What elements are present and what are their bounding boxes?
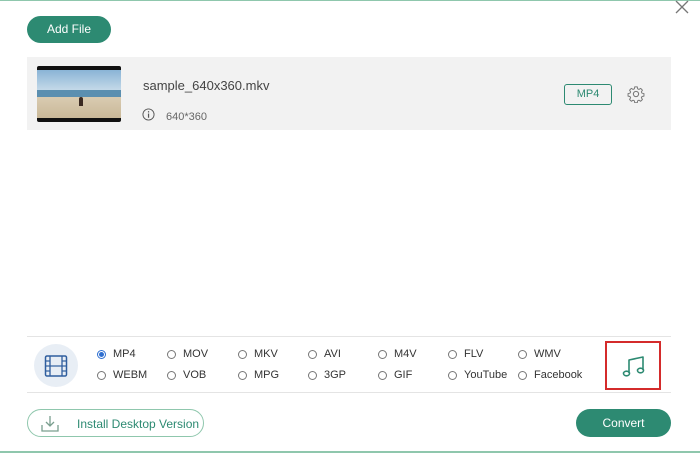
radio-button[interactable] <box>448 370 457 380</box>
format-option-label: WMV <box>534 348 561 360</box>
film-icon <box>44 355 68 377</box>
format-option-label: MKV <box>254 348 278 360</box>
format-option-label: MOV <box>183 348 209 360</box>
format-option-gif[interactable]: GIF <box>378 367 412 383</box>
format-option-vob[interactable]: VOB <box>167 367 206 383</box>
format-option-flv[interactable]: FLV <box>448 346 483 362</box>
video-format-options: MP4 MOV MKV AVI M4V FLV WMV WEBM VOB MPG 3GP GIF You… <box>97 346 597 386</box>
format-option-label: WEBM <box>113 369 148 381</box>
file-item: sample_640x360.mkv 640*360 MP4 <box>27 57 671 130</box>
output-format-badge[interactable]: MP4 <box>564 84 612 105</box>
radio-button[interactable] <box>238 349 247 359</box>
video-thumbnail <box>37 66 121 122</box>
radio-button[interactable] <box>238 370 247 380</box>
radio-button[interactable] <box>448 349 457 359</box>
radio-button[interactable] <box>308 370 317 380</box>
music-note-icon <box>622 356 645 377</box>
radio-button[interactable] <box>308 349 317 359</box>
format-option-mkv[interactable]: MKV <box>238 346 278 362</box>
video-format-tab[interactable] <box>34 344 78 387</box>
format-option-label: FLV <box>464 348 484 360</box>
audio-format-tab[interactable] <box>605 341 661 390</box>
close-icon[interactable] <box>672 0 692 17</box>
format-option-label: MP4 <box>113 348 136 360</box>
install-desktop-button[interactable]: Install Desktop Version <box>27 409 204 437</box>
gear-icon[interactable] <box>627 85 645 103</box>
format-selector: MP4 MOV MKV AVI M4V FLV WMV WEBM VOB MPG 3GP GIF You… <box>27 336 671 393</box>
format-option-mpg[interactable]: MPG <box>238 367 279 383</box>
format-option-label: 3GP <box>324 369 347 381</box>
format-option-label: M4V <box>394 348 417 360</box>
format-option-youtube[interactable]: YouTube <box>448 367 507 383</box>
window-top-border <box>0 0 700 1</box>
convert-button[interactable]: Convert <box>576 409 671 437</box>
format-option-3gp[interactable]: 3GP <box>308 367 346 383</box>
format-option-label: YouTube <box>464 369 508 381</box>
radio-button[interactable] <box>378 349 387 359</box>
radio-button[interactable] <box>518 349 527 359</box>
format-option-avi[interactable]: AVI <box>308 346 341 362</box>
format-option-mp4[interactable]: MP4 <box>97 346 136 362</box>
radio-button[interactable] <box>97 370 106 380</box>
format-option-label: AVI <box>324 348 341 360</box>
radio-button[interactable] <box>167 349 176 359</box>
format-option-label: MPG <box>254 369 280 381</box>
format-option-m4v[interactable]: M4V <box>378 346 417 362</box>
radio-button[interactable] <box>97 349 106 359</box>
format-option-wmv[interactable]: WMV <box>518 346 561 362</box>
add-file-button[interactable]: Add File <box>27 16 111 43</box>
format-option-facebook[interactable]: Facebook <box>518 367 582 383</box>
download-icon <box>41 416 59 432</box>
radio-button[interactable] <box>167 370 176 380</box>
file-name: sample_640x360.mkv <box>143 78 270 93</box>
format-option-webm[interactable]: WEBM <box>97 367 147 383</box>
format-option-label: Facebook <box>534 369 583 381</box>
info-icon[interactable] <box>142 108 155 121</box>
radio-button[interactable] <box>378 370 387 380</box>
format-option-mov[interactable]: MOV <box>167 346 208 362</box>
install-desktop-label: Install Desktop Version <box>77 417 200 431</box>
format-option-label: VOB <box>183 369 207 381</box>
format-option-label: GIF <box>394 369 413 381</box>
radio-button[interactable] <box>518 370 527 380</box>
file-resolution: 640*360 <box>166 111 207 123</box>
